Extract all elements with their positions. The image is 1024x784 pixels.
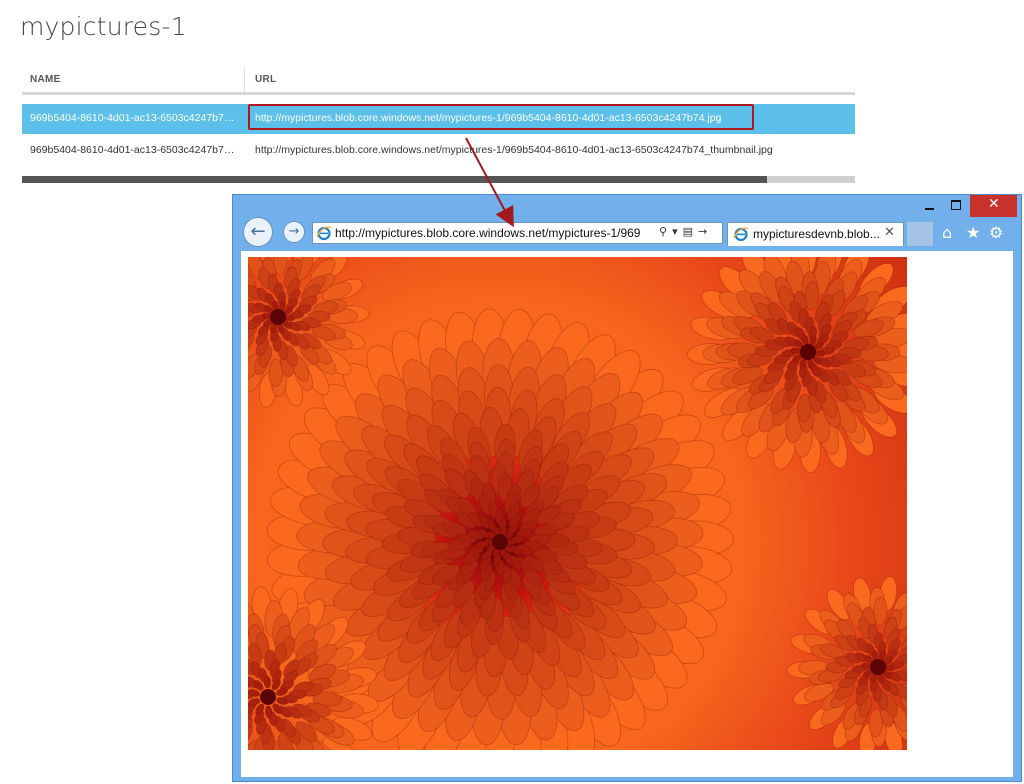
forward-arrow-icon: → [288,224,300,240]
row-url[interactable]: http://mypictures.blob.core.windows.net/… [255,144,773,156]
flower-center [492,534,508,550]
flower-center [260,689,276,705]
table-row[interactable]: 969b5404-8610-4d01-ac13-6503c4247b7… htt… [22,136,855,166]
back-button[interactable]: ← [243,217,273,247]
address-url[interactable]: http://mypictures.blob.core.windows.net/… [335,226,653,240]
go-icon[interactable]: → [698,225,707,238]
favorites-icon[interactable]: ★ [966,223,980,242]
blob-table: NAME URL 969b5404-8610-4d01-ac13-6503c42… [22,68,855,183]
petal [264,705,273,719]
close-icon: ✕ [988,196,1000,212]
flower-center [800,344,816,360]
back-arrow-icon: ← [250,221,266,243]
table-header: NAME URL [22,68,855,95]
flower-center [870,659,886,675]
minimize-button[interactable] [919,195,941,217]
flower-center [270,309,286,325]
address-bar-icons: ⚲ ▾ ▤ → [659,225,712,238]
page-content [241,251,1013,777]
scrollbar-thumb[interactable] [22,176,767,183]
dropdown-icon[interactable]: ▾ [672,225,678,238]
browser-window: ✕ ← → http://mypictures.blob.core.window… [232,194,1022,782]
forward-button[interactable]: → [283,221,305,243]
browser-tab[interactable]: mypicturesdevnb.blob.... ✕ [727,222,904,246]
petal [263,675,272,689]
horizontal-scrollbar[interactable] [22,176,855,183]
page-title: mypictures-1 [20,12,187,41]
maximize-button[interactable] [945,195,967,217]
column-divider[interactable] [244,68,245,92]
search-icon[interactable]: ⚲ [659,225,667,238]
url-highlight-box [248,104,754,130]
tab-close-icon[interactable]: ✕ [884,225,895,240]
flower-image [248,257,907,750]
ie-logo-icon [316,226,332,241]
close-button[interactable]: ✕ [970,195,1017,217]
new-tab-button[interactable] [907,222,933,246]
home-icon[interactable]: ⌂ [942,223,952,242]
ie-logo-icon [733,227,749,242]
row-name: 969b5404-8610-4d01-ac13-6503c4247b7… [30,144,235,156]
row-name: 969b5404-8610-4d01-ac13-6503c4247b7… [30,112,235,124]
flower-petals-graphic [248,257,907,750]
address-bar[interactable]: http://mypictures.blob.core.windows.net/… [312,222,723,244]
column-header-name[interactable]: NAME [30,74,61,85]
gear-icon[interactable]: ⚙ [989,223,1003,242]
tab-label: mypicturesdevnb.blob.... [753,227,881,241]
compatibility-icon[interactable]: ▤ [683,225,693,238]
column-header-url[interactable]: URL [255,74,276,85]
